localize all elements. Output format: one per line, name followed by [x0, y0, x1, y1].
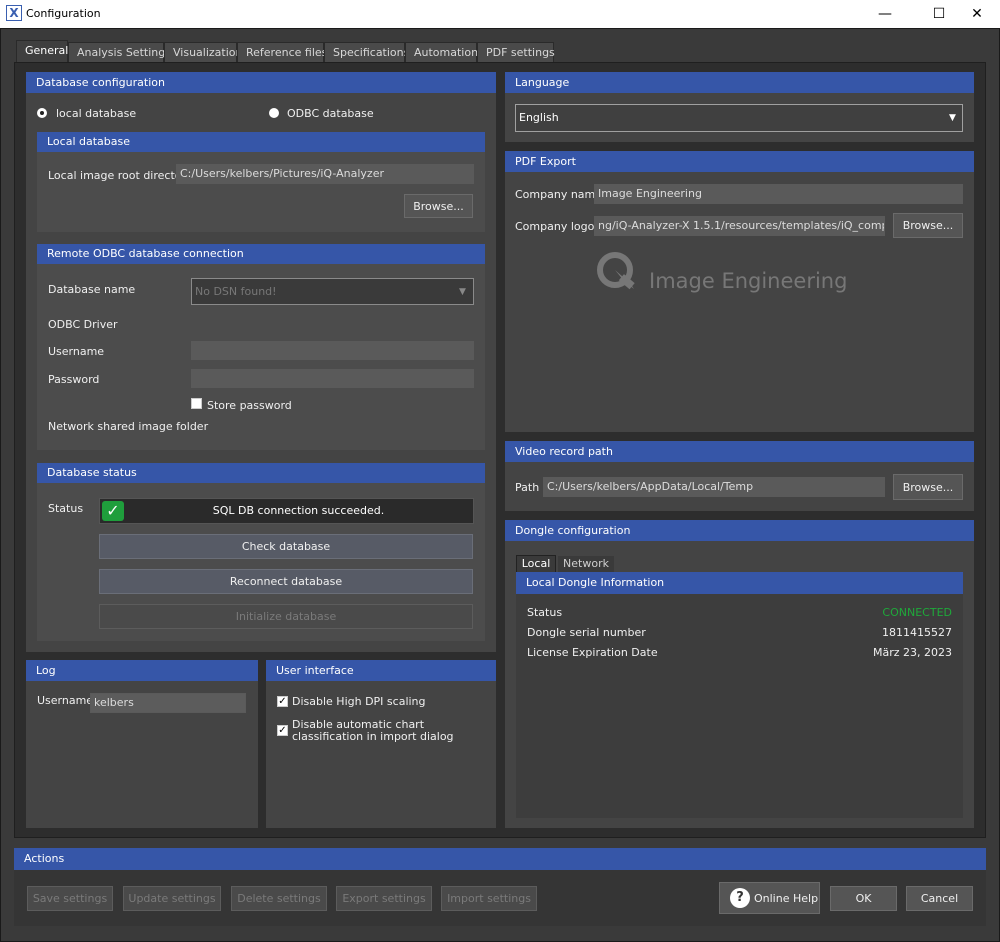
company-logo-field[interactable]: ng/iQ-Analyzer-X 1.5.1/resources/templat…	[594, 216, 885, 236]
ok-button[interactable]: OK	[830, 886, 897, 911]
dongle-serial-value: 1811415527	[882, 626, 952, 639]
video-path-label: Path	[515, 481, 540, 494]
dongle-tab-local[interactable]: Local	[516, 555, 556, 572]
title-bar: X Configuration — ☐ ✕	[0, 0, 1000, 28]
group-title: PDF Export	[505, 151, 974, 172]
reconnect-database-button[interactable]: Reconnect database	[99, 569, 473, 594]
dongle-serial-label: Dongle serial number	[527, 626, 646, 639]
app-icon: X	[6, 5, 22, 21]
log-group: Log	[26, 660, 258, 828]
company-name-field[interactable]: Image Engineering	[594, 184, 963, 204]
check-database-button[interactable]: Check database	[99, 534, 473, 559]
help-icon: ?	[730, 888, 750, 908]
tab-specifications[interactable]: Specifications	[324, 42, 409, 62]
update-settings-button[interactable]: Update settings	[123, 886, 221, 911]
tab-automation[interactable]: Automation	[405, 42, 478, 62]
username-label: Username	[48, 345, 105, 358]
close-button[interactable]: ✕	[954, 0, 1000, 28]
tab-analysis-settings[interactable]: Analysis Settings	[68, 42, 171, 62]
tab-visualization[interactable]: Visualization	[164, 42, 242, 62]
group-title: Remote ODBC database connection	[37, 244, 485, 264]
browse-root-button[interactable]: Browse...	[404, 194, 473, 218]
store-password-label: Store password	[207, 399, 292, 412]
odbc-database-radio[interactable]	[269, 108, 279, 118]
store-password-checkbox[interactable]	[191, 398, 202, 409]
disable-chart-label-line2: classification in import dialog	[292, 730, 454, 743]
dongle-status-value: CONNECTED	[882, 606, 952, 619]
cancel-button[interactable]: Cancel	[906, 886, 973, 911]
chevron-down-icon: ▼	[459, 287, 466, 297]
dongle-tab-network[interactable]: Network	[558, 556, 614, 572]
chevron-down-icon: ▼	[949, 113, 956, 123]
disable-dpi-checkbox[interactable]: ✓	[277, 696, 288, 707]
group-title: Local database	[37, 132, 485, 152]
delete-settings-button[interactable]: Delete settings	[231, 886, 327, 911]
odbc-database-label: ODBC database	[287, 107, 374, 120]
log-username-label: Username	[37, 694, 94, 707]
dongle-status-label: Status	[527, 606, 563, 619]
group-title: Database configuration	[26, 72, 496, 93]
local-database-label: local database	[56, 107, 137, 120]
language-select[interactable]: English	[515, 104, 963, 132]
video-path-field[interactable]: C:/Users/kelbers/AppData/Local/Temp	[543, 477, 885, 497]
disable-dpi-label: Disable High DPI scaling	[292, 695, 426, 708]
iq-logo-icon	[597, 252, 635, 290]
check-success-icon: ✓	[102, 501, 124, 521]
save-settings-button[interactable]: Save settings	[27, 886, 113, 911]
tab-reference-files[interactable]: Reference files	[237, 42, 327, 62]
root-directory-label: Local image root directory	[48, 169, 193, 182]
group-title: Database status	[37, 463, 485, 483]
company-logo-preview	[596, 251, 638, 293]
actions-title: Actions	[14, 848, 986, 870]
network-folder-label: Network shared image folder	[48, 420, 209, 433]
logo-preview-text: Image Engineering	[649, 269, 848, 293]
status-display: ✓ SQL DB connection succeeded.	[99, 498, 474, 524]
disable-chart-checkbox[interactable]: ✓	[277, 725, 288, 736]
company-logo-label: Company logo	[515, 220, 595, 233]
company-name-label: Company name	[515, 188, 603, 201]
group-title: Video record path	[505, 441, 974, 462]
group-title: Language	[505, 72, 974, 93]
group-title: Dongle configuration	[505, 520, 974, 541]
local-database-radio[interactable]	[37, 108, 47, 118]
group-title: User interface	[266, 660, 496, 681]
import-settings-button[interactable]: Import settings	[441, 886, 537, 911]
online-help-button[interactable]: ? Online Help	[719, 882, 820, 914]
tab-general[interactable]: General	[16, 40, 68, 62]
browse-video-button[interactable]: Browse...	[893, 474, 963, 500]
window-title: Configuration	[26, 7, 101, 20]
browse-logo-button[interactable]: Browse...	[893, 213, 963, 238]
group-title: Log	[26, 660, 258, 681]
database-name-select[interactable]: No DSN found!	[191, 278, 474, 305]
initialize-database-button[interactable]: Initialize database	[99, 604, 473, 629]
license-expiration-label: License Expiration Date	[527, 646, 658, 659]
license-expiration-value: März 23, 2023	[872, 646, 952, 659]
root-directory-field[interactable]: C:/Users/kelbers/Pictures/iQ-Analyzer	[176, 164, 474, 184]
log-username-field[interactable]: kelbers	[90, 693, 246, 713]
status-message: SQL DB connection succeeded.	[212, 504, 385, 517]
database-name-label: Database name	[48, 283, 136, 296]
status-label: Status	[48, 502, 84, 515]
export-settings-button[interactable]: Export settings	[336, 886, 432, 911]
online-help-label: Online Help	[754, 891, 819, 905]
tab-pdf-settings[interactable]: PDF settings	[477, 42, 555, 62]
user-interface-group: User interface	[266, 660, 496, 828]
odbc-driver-label: ODBC Driver	[48, 318, 118, 331]
dongle-info-title: Local Dongle Information	[516, 572, 963, 594]
odbc-username-field[interactable]	[191, 341, 474, 360]
minimize-button[interactable]: —	[862, 0, 908, 28]
odbc-password-field[interactable]	[191, 369, 474, 388]
password-label: Password	[48, 373, 100, 386]
